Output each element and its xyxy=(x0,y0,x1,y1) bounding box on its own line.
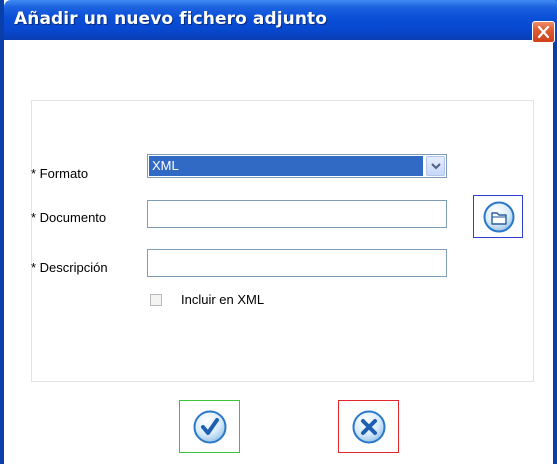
folder-icon xyxy=(483,201,515,233)
x-icon xyxy=(352,410,386,444)
checkmark-icon xyxy=(193,410,227,444)
cancel-button[interactable] xyxy=(338,400,399,453)
chevron-down-icon xyxy=(431,163,441,170)
format-label: * Formato xyxy=(31,166,89,181)
description-input[interactable] xyxy=(147,249,447,277)
include-xml-label: Incluir en XML xyxy=(181,292,265,307)
document-label: * Documento xyxy=(31,210,107,225)
dialog-window: Añadir un nuevo fichero adjunto * Format… xyxy=(0,0,557,464)
dialog-title: Añadir un nuevo fichero adjunto xyxy=(14,9,328,29)
include-xml-checkbox[interactable] xyxy=(150,294,162,306)
description-label: * Descripción xyxy=(31,260,108,275)
format-dropdown-button[interactable] xyxy=(426,156,445,176)
form-panel xyxy=(31,100,534,382)
format-select[interactable]: XML xyxy=(147,154,447,178)
accept-button[interactable] xyxy=(179,400,240,453)
document-input[interactable] xyxy=(147,200,447,228)
close-icon xyxy=(537,25,550,39)
title-bar[interactable]: Añadir un nuevo fichero adjunto xyxy=(4,0,557,43)
browse-button[interactable] xyxy=(473,195,523,238)
format-selected-value: XML xyxy=(149,156,423,176)
close-button[interactable] xyxy=(532,21,555,43)
